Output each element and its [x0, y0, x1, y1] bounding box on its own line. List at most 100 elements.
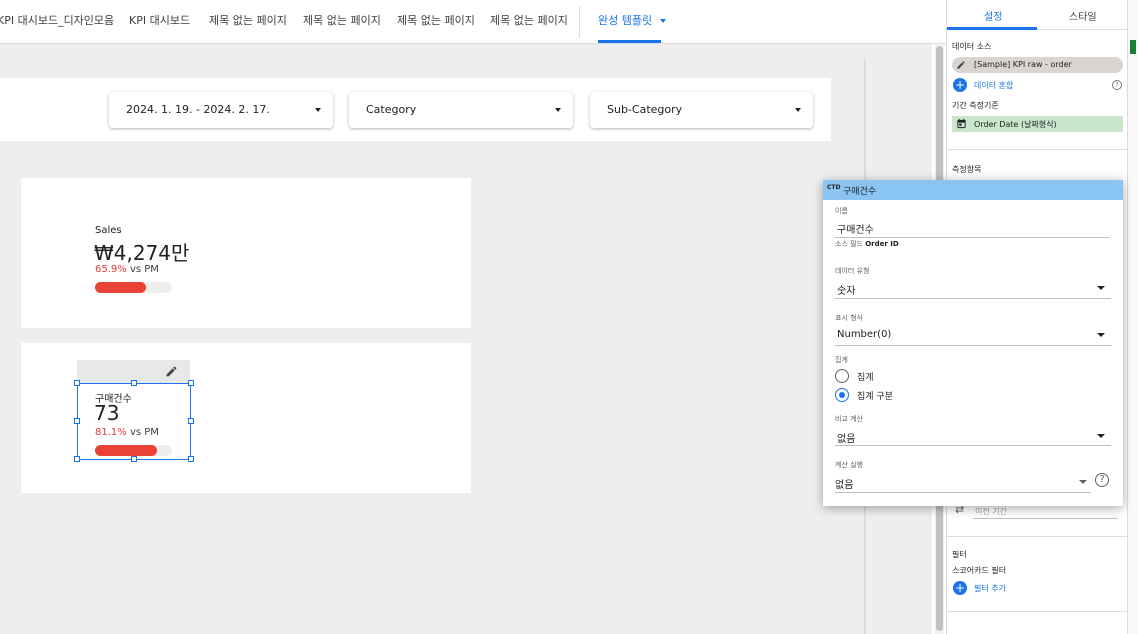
- radio-aggregate-distinct-label: 집계 구분: [857, 392, 893, 402]
- radio-aggregate-label: 집계: [857, 373, 874, 383]
- display-format-select[interactable]: Number(0): [835, 325, 1111, 345]
- dropdown-arrow-icon: [795, 108, 801, 112]
- data-source-name: [Sample] KPI raw - order: [974, 60, 1072, 69]
- tab-untitled-3[interactable]: 제목 없는 페이지: [397, 12, 475, 28]
- tab-untitled-4[interactable]: 제목 없는 페이지: [490, 12, 568, 28]
- resize-handle[interactable]: [74, 456, 80, 462]
- source-field-info: 소스 필드 Order ID: [835, 239, 899, 249]
- source-field-prefix: 소스 필드: [835, 240, 863, 248]
- date-dimension-heading: 기간 측정기준: [952, 101, 999, 110]
- ctd-badge: CTD: [827, 184, 841, 191]
- resize-handle[interactable]: [74, 418, 80, 424]
- display-format-underline: [835, 345, 1111, 346]
- active-tab-indicator: [598, 40, 661, 43]
- dropdown-arrow-icon: [1097, 286, 1105, 290]
- divider: [947, 149, 1128, 150]
- resize-handle[interactable]: [188, 456, 194, 462]
- tab-separator: [579, 6, 580, 38]
- progress-fill: [95, 282, 146, 293]
- tab-kpi-dashboard-design[interactable]: KPI 대시보드_디자인모음: [0, 12, 114, 28]
- progress-bar: [95, 282, 172, 293]
- name-input[interactable]: 구매건수: [837, 221, 874, 236]
- blend-data-link[interactable]: 데이터 혼합: [974, 80, 1013, 91]
- report-canvas: 2024. 1. 19. - 2024. 2. 17. Category Sub…: [0, 44, 932, 634]
- plus-icon[interactable]: +: [953, 581, 967, 595]
- rail-marker: [1130, 40, 1136, 54]
- dropdown-arrow-icon: [315, 108, 321, 112]
- radio-aggregate-distinct[interactable]: [835, 388, 849, 402]
- comparison-range-value[interactable]: 이전 기간: [975, 506, 1007, 517]
- metric-heading: 측정항목: [952, 165, 982, 174]
- sub-category-filter-label: Sub-Category: [607, 103, 683, 116]
- field-edit-popup: CTD 구매건수 이름 구매건수 소스 필드 Order ID 데이터 유형 숫…: [823, 180, 1123, 506]
- resize-handle[interactable]: [131, 380, 137, 386]
- filter-bar: 2024. 1. 19. - 2024. 2. 17. Category Sub…: [0, 78, 831, 141]
- pencil-icon[interactable]: [956, 60, 966, 70]
- display-format-value: Number(0): [837, 329, 892, 340]
- date-range-value: 2024. 1. 19. - 2024. 2. 17.: [126, 103, 270, 116]
- plus-icon[interactable]: +: [953, 78, 967, 92]
- category-filter[interactable]: Category: [349, 92, 573, 128]
- name-underline: [835, 237, 1109, 238]
- comparison-percent: 65.9%: [95, 264, 127, 275]
- resize-handle[interactable]: [188, 380, 194, 386]
- divider: [947, 536, 1128, 537]
- scorecard-value: ₩4,274만: [94, 241, 190, 265]
- tab-kpi-dashboard[interactable]: KPI 대시보드: [129, 12, 190, 28]
- help-icon[interactable]: ?: [1095, 473, 1109, 487]
- tab-untitled-1[interactable]: 제목 없는 페이지: [209, 12, 287, 28]
- comparison-calc-label: 비교 계산: [835, 415, 863, 423]
- popup-title: 구매건수: [843, 187, 877, 197]
- tab-setup[interactable]: 설정: [984, 8, 1002, 23]
- comparison-calc-value: 없음: [837, 434, 856, 445]
- radio-aggregate[interactable]: [835, 369, 849, 383]
- dropdown-arrow-icon: [1097, 333, 1105, 337]
- category-filter-label: Category: [366, 103, 417, 116]
- resize-handle[interactable]: [131, 456, 137, 462]
- data-source-heading: 데이터 소스: [952, 42, 992, 51]
- data-type-select[interactable]: 숫자: [835, 278, 1111, 298]
- resize-handle[interactable]: [74, 380, 80, 386]
- name-label: 이름: [835, 207, 848, 215]
- calendar-icon: [957, 118, 966, 129]
- dropdown-arrow-icon: [1097, 434, 1105, 438]
- dropdown-arrow-icon: [555, 108, 561, 112]
- comparison-calc-underline: [835, 445, 1111, 446]
- scorecard-filter-label: 스코어카드 필터: [952, 566, 1007, 575]
- filter-heading: 필터: [952, 550, 967, 559]
- data-type-underline: [835, 298, 1111, 299]
- page-tab-bar: KPI 대시보드_디자인모음 KPI 대시보드 제목 없는 페이지 제목 없는 …: [0, 0, 946, 44]
- chevron-down-icon: [659, 19, 666, 23]
- scorecard-label: Sales: [95, 225, 122, 236]
- scorecard-comparison: 65.9% vs PM: [95, 264, 159, 275]
- panel-tabs: 설정 스타일: [947, 0, 1128, 30]
- data-source-chip[interactable]: [Sample] KPI raw - order: [952, 57, 1123, 73]
- date-range-control[interactable]: 2024. 1. 19. - 2024. 2. 17.: [109, 92, 333, 128]
- resize-handle[interactable]: [188, 418, 194, 424]
- sales-scorecard[interactable]: Sales ₩4,274만 65.9% vs PM: [21, 178, 471, 328]
- dropdown-arrow-icon: [1079, 480, 1087, 484]
- aggregation-label: 집계: [835, 356, 848, 364]
- sub-category-filter[interactable]: Sub-Category: [590, 92, 813, 128]
- comparison-suffix: vs PM: [129, 264, 159, 275]
- data-type-label: 데이터 유형: [835, 267, 870, 275]
- help-icon[interactable]: ?: [1112, 80, 1122, 90]
- tab-untitled-2[interactable]: 제목 없는 페이지: [303, 12, 381, 28]
- add-filter-link[interactable]: 필터 추가: [974, 583, 1006, 594]
- running-calc-value: 없음: [835, 480, 854, 491]
- side-rail: [1127, 0, 1138, 634]
- running-calc-label: 계산 실행: [835, 461, 863, 469]
- date-dimension-chip[interactable]: Order Date (날짜형식): [952, 116, 1123, 132]
- tab-style[interactable]: 스타일: [1069, 8, 1097, 23]
- selection-frame: [74, 380, 194, 462]
- display-format-label: 표시 형식: [835, 314, 863, 322]
- running-calc-select[interactable]: 없음: [835, 472, 1091, 492]
- tab-template[interactable]: 완성 템플릿: [598, 12, 666, 28]
- pencil-icon[interactable]: [165, 365, 178, 378]
- divider: [947, 611, 1128, 612]
- date-dimension-name: Order Date (날짜형식): [974, 120, 1057, 129]
- popup-header: CTD 구매건수: [823, 180, 1123, 200]
- tab-template-label: 완성 템플릿: [598, 14, 653, 27]
- comparison-calc-select[interactable]: 없음: [835, 425, 1111, 445]
- active-tab-indicator: [947, 27, 1037, 30]
